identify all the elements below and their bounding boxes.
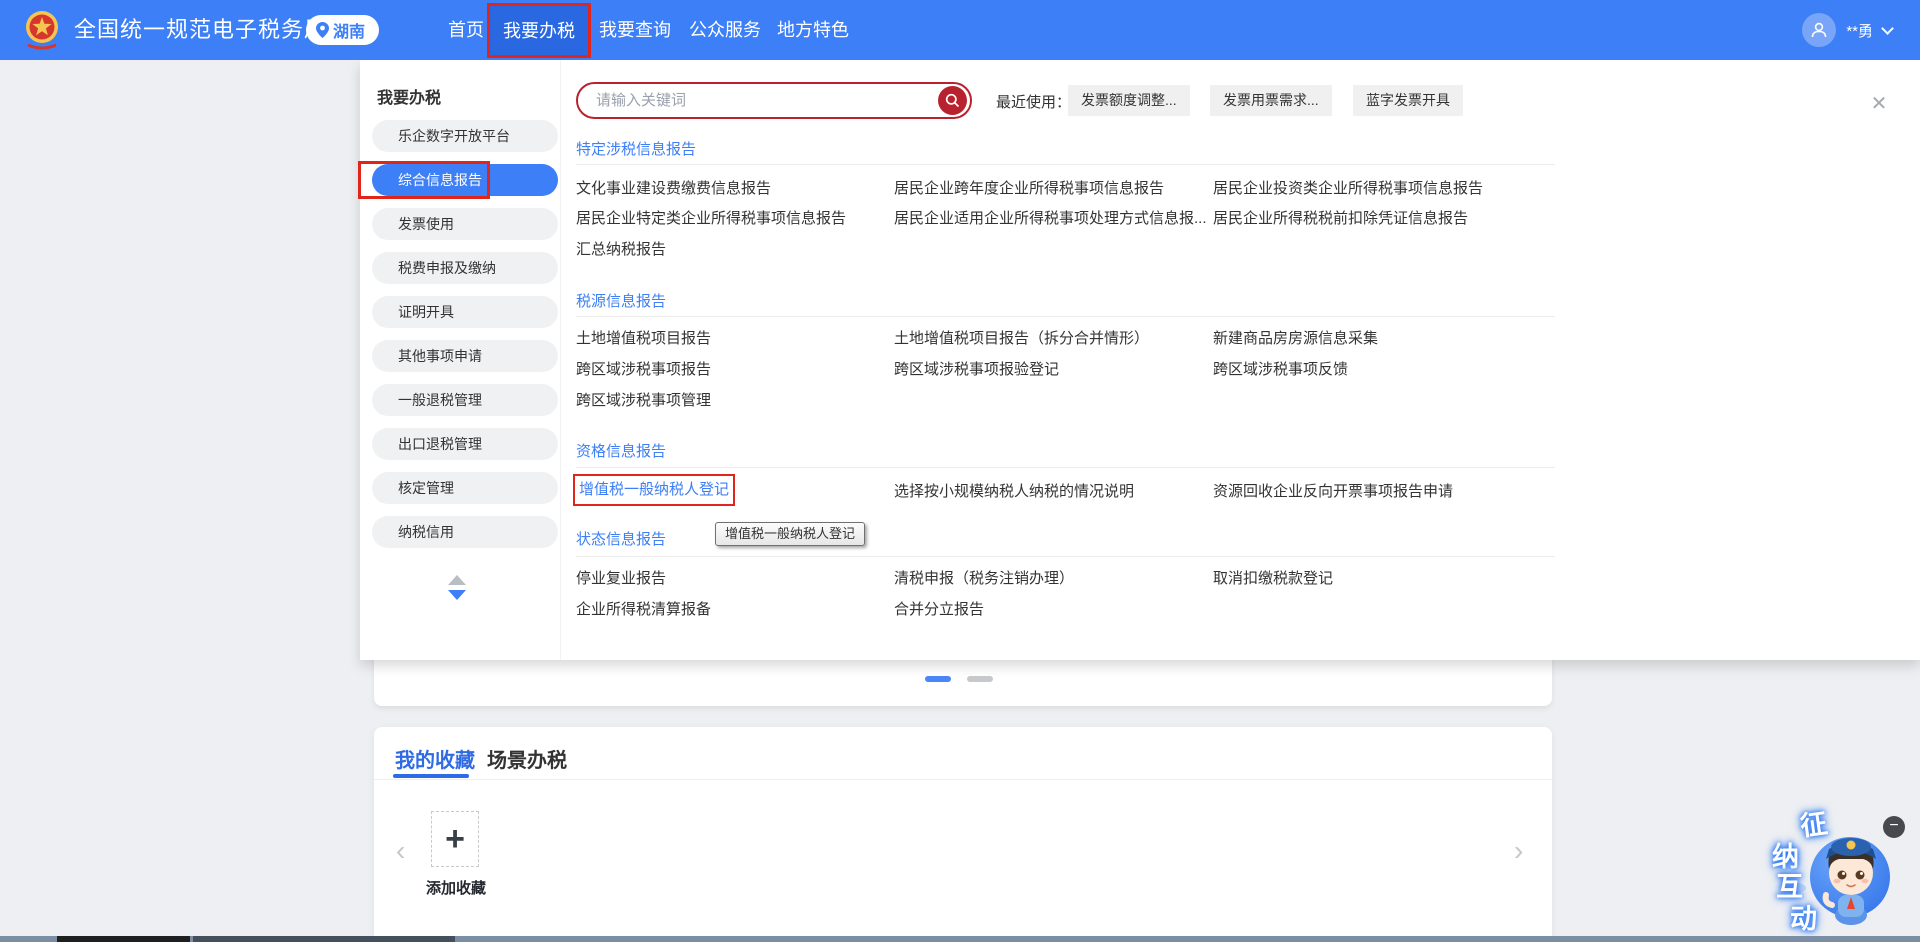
menu-link[interactable]: 居民企业适用企业所得税事项处理方式信息报... [894, 206, 1207, 232]
nav-local-features[interactable]: 地方特色 [777, 0, 849, 60]
menu-link[interactable]: 土地增值税项目报告（拆分合并情形） [894, 326, 1149, 352]
menu-link[interactable]: 清税申报（税务注销办理） [894, 566, 1074, 592]
menu-link[interactable]: 取消扣缴税款登记 [1213, 566, 1333, 592]
sidebar-item-export-refund[interactable]: 出口退税管理 [372, 428, 558, 460]
nav-tax-services[interactable]: 我要办税 [487, 3, 591, 58]
horizontal-scrollbar[interactable] [0, 936, 1920, 942]
section-title-tax-source-info[interactable]: 税源信息报告 [576, 290, 666, 311]
plus-icon: + [445, 820, 465, 859]
chevron-right-icon[interactable]: › [1514, 837, 1523, 865]
menu-link[interactable]: 土地增值税项目报告 [576, 326, 711, 352]
section-title-status-info[interactable]: 状态信息报告 [576, 528, 666, 549]
sidebar-item-comprehensive-info-report[interactable]: 综合信息报告 [372, 164, 558, 196]
add-favorite-label: 添加收藏 [416, 877, 496, 898]
section-title-qualification-info[interactable]: 资格信息报告 [576, 440, 666, 461]
user-avatar[interactable] [1802, 13, 1836, 47]
tabs-divider [374, 779, 1552, 780]
menu-link[interactable]: 跨区域涉税事项反馈 [1213, 357, 1348, 383]
sidebar-title: 我要办税 [377, 84, 441, 108]
banner-card [374, 655, 1552, 706]
menu-link[interactable]: 企业所得税清算报备 [576, 597, 711, 623]
sidebar-item-invoice-use[interactable]: 发票使用 [372, 208, 558, 240]
section-divider [576, 316, 1555, 317]
site-title: 全国统一规范电子税务局 [74, 0, 327, 60]
recent-button-invoice-demand[interactable]: 发票用票需求... [1210, 85, 1332, 116]
menu-link[interactable]: 新建商品房房源信息采集 [1213, 326, 1378, 352]
add-favorite-button[interactable]: + [431, 811, 479, 867]
menu-link[interactable]: 汇总纳税报告 [576, 237, 666, 263]
scroll-up-arrow-icon[interactable] [448, 575, 466, 585]
sidebar-item-leqi-platform[interactable]: 乐企数字开放平台 [372, 120, 558, 152]
collapse-mascot-button[interactable]: − [1883, 816, 1905, 838]
search-input[interactable] [596, 86, 926, 115]
menu-link[interactable]: 居民企业跨年度企业所得税事项信息报告 [894, 176, 1164, 202]
recent-button-invoice-quota[interactable]: 发票额度调整... [1068, 85, 1190, 116]
menu-link[interactable]: 合并分立报告 [894, 597, 984, 623]
scrollbar-thumb-secondary [193, 936, 455, 942]
search-button[interactable] [938, 86, 967, 115]
nav-home[interactable]: 首页 [448, 0, 484, 60]
menu-link[interactable]: 居民企业特定类企业所得税事项信息报告 [576, 206, 846, 232]
menu-link[interactable]: 文化事业建设费缴费信息报告 [576, 176, 771, 202]
tab-scenario-tax[interactable]: 场景办税 [487, 744, 567, 773]
nav-inquiry[interactable]: 我要查询 [599, 0, 671, 60]
region-selector[interactable]: 湖南 [306, 15, 379, 45]
carousel-indicator-active[interactable] [925, 676, 951, 682]
recent-used-label: 最近使用： [996, 91, 1071, 112]
favorites-card: 我的收藏 场景办税 ‹ + 添加收藏 › [374, 727, 1552, 942]
tab-my-favorites[interactable]: 我的收藏 [395, 744, 475, 773]
menu-link[interactable]: 居民企业所得税税前扣除凭证信息报告 [1213, 206, 1468, 232]
menu-link-vat-general-taxpayer-registration[interactable]: 增值税一般纳税人登记 [573, 474, 735, 506]
menu-link[interactable]: 跨区域涉税事项报告 [576, 357, 711, 383]
sidebar-item-assessment-management[interactable]: 核定管理 [372, 472, 558, 504]
region-label: 湖南 [333, 18, 365, 42]
chevron-down-icon [1881, 22, 1894, 35]
person-icon [1809, 20, 1829, 40]
section-title-specific-tax-info[interactable]: 特定涉税信息报告 [576, 138, 696, 159]
top-header: 全国统一规范电子税务局 湖南 首页 我要办税 我要查询 公众服务 地方特色 **… [0, 0, 1920, 60]
tooltip-vat-general-taxpayer: 增值税一般纳税人登记 [715, 522, 865, 546]
scrollbar-thumb[interactable] [57, 936, 190, 942]
section-divider [576, 556, 1555, 557]
carousel-indicator[interactable] [967, 676, 993, 682]
menu-link[interactable]: 资源回收企业反向开票事项报告申请 [1213, 479, 1453, 505]
chevron-left-icon[interactable]: ‹ [396, 837, 405, 865]
tax-bureau-emblem-icon [20, 8, 64, 52]
user-name: **勇 [1846, 20, 1873, 41]
scroll-down-arrow-icon[interactable] [448, 590, 466, 600]
menu-link[interactable]: 跨区域涉税事项管理 [576, 388, 711, 414]
mascot-char: 动 [1790, 897, 1817, 936]
sidebar-item-tax-declaration[interactable]: 税费申报及缴纳 [372, 252, 558, 284]
menu-link[interactable]: 选择按小规模纳税人纳税的情况说明 [894, 479, 1134, 505]
sidebar-item-other-applications[interactable]: 其他事项申请 [372, 340, 558, 372]
location-pin-icon [316, 22, 329, 38]
tax-services-mega-menu: 我要办税 乐企数字开放平台 综合信息报告 发票使用 税费申报及缴纳 证明开具 其… [360, 60, 1920, 660]
close-icon[interactable]: ✕ [1868, 93, 1890, 115]
active-tab-underline [393, 774, 469, 778]
menu-search [576, 82, 972, 119]
sidebar-item-certificate-issuance[interactable]: 证明开具 [372, 296, 558, 328]
section-divider [576, 164, 1555, 165]
nav-public-services[interactable]: 公众服务 [689, 0, 761, 60]
search-icon [945, 93, 960, 108]
menu-link[interactable]: 居民企业投资类企业所得税事项信息报告 [1213, 176, 1483, 202]
mascot-char: 征 [1797, 801, 1829, 843]
user-menu[interactable]: **勇 [1802, 0, 1892, 60]
menu-link[interactable]: 跨区域涉税事项报验登记 [894, 357, 1059, 383]
sidebar-divider [560, 60, 561, 660]
section-divider [576, 467, 1555, 468]
sidebar-item-general-refund[interactable]: 一般退税管理 [372, 384, 558, 416]
sidebar-item-tax-credit[interactable]: 纳税信用 [372, 516, 558, 548]
menu-link[interactable]: 停业复业报告 [576, 566, 666, 592]
recent-button-blue-invoice[interactable]: 蓝字发票开具 [1353, 85, 1463, 116]
minus-icon: − [1889, 817, 1898, 834]
mascot-assistant[interactable]: 征 纳 互 动 − [1760, 795, 1920, 942]
